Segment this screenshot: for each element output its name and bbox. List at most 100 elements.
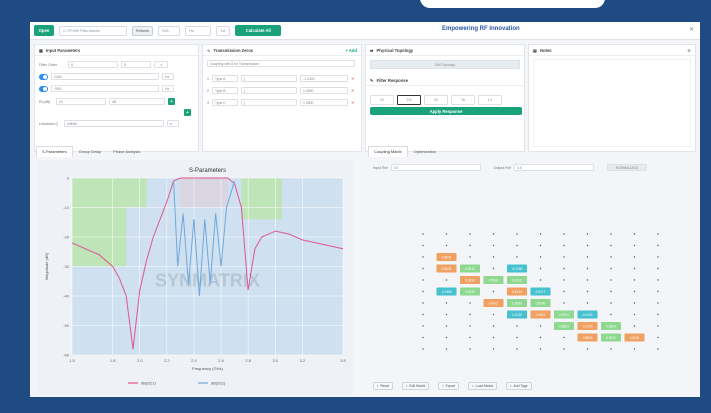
matrix-cell-dot bbox=[539, 325, 542, 327]
tz-type[interactable]: Type A bbox=[212, 75, 238, 82]
matrix-cell-dot bbox=[539, 256, 542, 258]
tz-row: 2 Type Bj 1.3000 ✕ bbox=[207, 87, 354, 94]
notes-header: ▤ Notes ⚙ bbox=[529, 45, 695, 56]
matrix-cell-dot bbox=[586, 233, 589, 235]
add-tags-button[interactable]: ▪ Add Tags bbox=[506, 382, 532, 390]
order-stepper[interactable]: ± bbox=[154, 61, 168, 68]
tab-phase-analysis[interactable]: Phase Analysis bbox=[107, 146, 146, 157]
tab-optimization[interactable]: Optimization bbox=[408, 146, 442, 157]
freq1-unit[interactable]: Hz bbox=[162, 73, 174, 80]
response-value-field[interactable]: 18 bbox=[451, 95, 475, 105]
tz-number[interactable]: 1.3000 bbox=[300, 87, 348, 94]
tz-value[interactable]: j bbox=[241, 99, 297, 106]
reset-button[interactable]: ▪ Reset bbox=[373, 382, 394, 390]
response-value-field[interactable]: 40 bbox=[424, 95, 448, 105]
matrix-cell-value: 0.0340 bbox=[583, 313, 593, 317]
freq2-toggle[interactable] bbox=[39, 85, 48, 92]
normalized-button[interactable]: NORMALIZED bbox=[606, 164, 647, 171]
unloaded-q-input[interactable]: Infinite bbox=[64, 120, 164, 127]
input-ref-field[interactable]: 0.5 bbox=[390, 164, 481, 171]
delete-icon[interactable]: ✕ bbox=[351, 76, 354, 81]
edit-matrix-button[interactable]: ▪ Edit Matrix bbox=[402, 382, 430, 390]
notes-textarea[interactable] bbox=[533, 59, 691, 147]
add-row-button-2[interactable]: + bbox=[184, 109, 191, 116]
response-value-field[interactable]: 1.2 bbox=[478, 95, 502, 105]
tz-value[interactable]: j bbox=[241, 75, 297, 82]
tab-group-delay[interactable]: Group Delay bbox=[73, 146, 107, 157]
tab-s-parameters[interactable]: S-Parameters bbox=[36, 146, 73, 157]
matrix-cell-dot bbox=[633, 233, 636, 235]
delete-icon[interactable]: ✕ bbox=[351, 88, 354, 93]
settings-icon[interactable]: ⚙ bbox=[687, 48, 691, 53]
filter-order-secondary[interactable]: 8 bbox=[121, 61, 151, 68]
matrix-cell-dot bbox=[422, 256, 424, 258]
export-button[interactable]: ▪ Export bbox=[438, 382, 460, 390]
button-label: Load Matrix bbox=[475, 384, 494, 388]
matrix-cell-dot bbox=[563, 336, 565, 339]
matrix-cell-dot bbox=[610, 290, 612, 293]
rl-unit[interactable]: dB bbox=[109, 98, 165, 105]
file-path-field[interactable]: C:\TF\HB Filter.dcsxfx bbox=[59, 25, 127, 36]
physical-topology-title: Physical Topology bbox=[376, 47, 414, 53]
dim-field[interactable]: N/A bbox=[158, 25, 181, 36]
y-tick-label: -10 bbox=[63, 205, 70, 210]
matrix-cell-dot bbox=[610, 313, 612, 316]
calculate-all-button[interactable]: Calculate All bbox=[235, 25, 282, 36]
open-button[interactable]: Open bbox=[34, 25, 54, 36]
tz-value[interactable]: j bbox=[241, 87, 297, 94]
matrix-cell-dot bbox=[445, 233, 448, 235]
unloaded-q-dropdown[interactable]: ▾ bbox=[167, 120, 179, 127]
matrix-cell-dot bbox=[492, 348, 495, 350]
close-icon[interactable]: ✕ bbox=[689, 26, 694, 33]
freq1-toggle[interactable] bbox=[39, 73, 48, 80]
add-zero-button[interactable]: + Add bbox=[345, 48, 357, 53]
coupling-matrix-grid: 0.8931 0.0632 0.5912 -0.2180 0.3810 0.5541 0.4… bbox=[422, 233, 659, 350]
freq2-input[interactable]: 2500 bbox=[51, 85, 159, 92]
freq1-input[interactable]: 2400 bbox=[51, 73, 159, 80]
add-row-button[interactable]: + bbox=[168, 98, 175, 105]
matrix-cell-dot bbox=[657, 325, 659, 327]
matrix-cell-dot bbox=[657, 348, 659, 350]
tz-type[interactable]: Type C bbox=[212, 99, 238, 106]
input-parameters-title: Input Parameters bbox=[45, 47, 81, 53]
delete-icon[interactable]: ✕ bbox=[351, 100, 354, 105]
toolbar: Open C:\TF\HB Filter.dcsxfx Refresh N/A … bbox=[30, 22, 700, 40]
x-tick-label: 2.8 bbox=[245, 358, 251, 363]
unit-field[interactable]: Hz bbox=[185, 25, 212, 36]
x-tick-label: 3.2 bbox=[300, 358, 306, 363]
rl-input[interactable]: 20 bbox=[56, 98, 106, 105]
response-value-field[interactable]: 3.5 bbox=[397, 95, 421, 105]
matrix-cell-value: 0.1720 bbox=[583, 324, 593, 328]
filter-order-input[interactable]: 8 bbox=[68, 61, 118, 68]
tol-field[interactable]: Tol bbox=[216, 25, 231, 36]
matrix-cell-dot bbox=[422, 348, 424, 350]
edit-topology-button[interactable]: Edit Topology bbox=[370, 60, 520, 69]
matrix-cell-dot bbox=[516, 256, 518, 258]
load-matrix-button[interactable]: ▪ Load Matrix bbox=[468, 382, 498, 390]
matrix-cell-dot bbox=[657, 302, 659, 304]
output-ref-field[interactable]: 0.5 bbox=[513, 164, 594, 171]
unloaded-q-label: Unloaded Q bbox=[39, 121, 59, 126]
response-value-field[interactable]: 20 bbox=[370, 95, 394, 105]
matrix-cell-dot bbox=[539, 279, 542, 281]
tz-number[interactable]: -1.2400 bbox=[300, 75, 348, 82]
matrix-cell-dot bbox=[586, 302, 589, 304]
freq2-unit[interactable]: Hz bbox=[162, 85, 174, 92]
matrix-cell-dot bbox=[586, 267, 589, 270]
matrix-cell-dot bbox=[563, 256, 565, 258]
refresh-button[interactable]: Refresh bbox=[132, 25, 154, 36]
matrix-cell-dot bbox=[445, 302, 448, 304]
tab-coupling-matrix[interactable]: Coupling Matrix bbox=[368, 146, 408, 157]
tz-type[interactable]: Type B bbox=[212, 87, 238, 94]
matrix-cell-dot bbox=[633, 302, 636, 304]
tz-number[interactable]: 1.5500 bbox=[300, 99, 348, 106]
matrix-cell-dot bbox=[563, 267, 565, 270]
matrix-cell-dot bbox=[610, 348, 612, 350]
apply-response-button[interactable]: Apply Response bbox=[370, 107, 522, 115]
x-tick-label: 2.4 bbox=[191, 358, 197, 363]
filter-order-label: Filter Order bbox=[39, 62, 58, 67]
matrix-cell-dot bbox=[657, 244, 659, 247]
matrix-cell-dot bbox=[633, 244, 636, 247]
matrix-cell-dot bbox=[445, 244, 448, 247]
matrix-cell-dot bbox=[445, 325, 448, 327]
